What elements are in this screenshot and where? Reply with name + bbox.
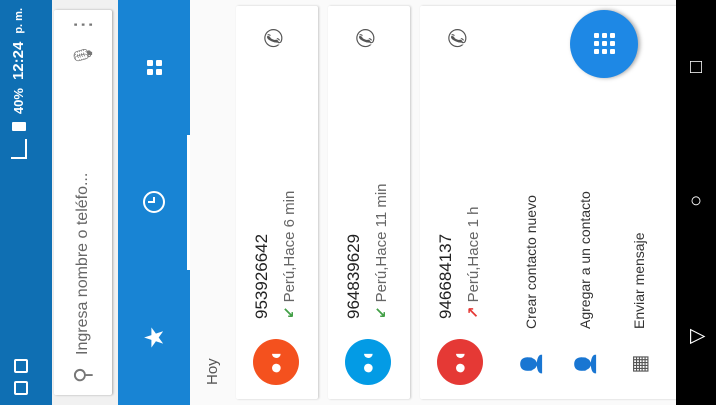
call-number: 953926642 <box>252 233 271 319</box>
call-detail: ↙Perú,Hace 6 min <box>281 190 298 319</box>
signal-icon <box>10 139 27 160</box>
send-message-label: Enviar mensaje <box>631 232 647 330</box>
call-number: 964839629 <box>344 233 363 319</box>
dialpad-icon <box>593 33 615 55</box>
notification-icon <box>14 359 28 373</box>
create-contact-action[interactable]: 👤 Crear contacto nuevo <box>504 6 558 399</box>
mic-icon[interactable]: 🎙 <box>73 40 94 70</box>
screenshot-icon <box>14 381 28 395</box>
recent-calls-list: Hoy ●◖ 953926642 ↙Perú,Hace 6 min ✆ ●◖ 9… <box>190 0 716 405</box>
add-person-icon: 👤 <box>520 351 543 377</box>
call-card-expanded[interactable]: ●◖ 946684137 ↗Perú,Hace 1 h ✆ 👤 Crear co… <box>420 6 716 399</box>
search-icon: ⚲ <box>70 366 95 384</box>
phone-icon[interactable]: ✆ <box>260 28 289 48</box>
call-number: 946684137 <box>436 233 455 319</box>
tab-contacts[interactable] <box>118 0 190 135</box>
tab-recents[interactable] <box>118 135 190 270</box>
avatar[interactable]: ●◖ <box>437 339 483 385</box>
back-button[interactable]: ▽ <box>684 329 709 344</box>
phone-screen: 40% 12:24 p. m. ⚲ Ingresa nombre o teléf… <box>0 0 716 405</box>
incoming-arrow-icon: ↙ <box>373 306 390 319</box>
create-contact-label: Crear contacto nuevo <box>523 195 539 329</box>
notification-icons <box>14 359 28 395</box>
clock-ampm: p. m. <box>12 8 25 34</box>
outgoing-arrow-icon: ↗ <box>465 306 482 319</box>
dialpad-button[interactable] <box>570 10 638 78</box>
message-icon: ▦ <box>628 354 651 374</box>
navigation-bar: ▽ ○ □ <box>676 0 716 405</box>
contacts-icon <box>146 60 162 75</box>
call-card[interactable]: ●◖ 964839629 ↙Perú,Hace 11 min ✆ <box>328 6 410 399</box>
phone-icon[interactable]: ✆ <box>444 28 473 48</box>
add-to-contact-label: Agregar a un contacto <box>577 191 593 329</box>
status-right: 40% 12:24 p. m. <box>10 8 27 160</box>
call-card[interactable]: ●◖ 953926642 ↙Perú,Hace 6 min ✆ <box>236 6 318 399</box>
battery-icon <box>11 122 26 132</box>
call-detail: ↙Perú,Hace 11 min <box>373 183 390 319</box>
star-icon: ★ <box>138 325 169 350</box>
avatar[interactable]: ●◖ <box>253 339 299 385</box>
call-detail: ↗Perú,Hace 1 h <box>465 206 482 319</box>
home-button[interactable]: ○ <box>685 195 708 207</box>
avatar[interactable]: ●◖ <box>345 339 391 385</box>
battery-percent: 40% <box>11 88 26 115</box>
search-placeholder[interactable]: Ingresa nombre o teléfo... <box>74 70 92 355</box>
clock-icon <box>143 191 165 214</box>
search-bar[interactable]: ⚲ Ingresa nombre o teléfo... 🎙 ⋮ <box>54 10 112 395</box>
phone-icon[interactable]: ✆ <box>352 28 381 48</box>
more-options-icon[interactable]: ⋮ <box>70 10 96 40</box>
section-label-today: Hoy <box>204 358 221 385</box>
incoming-arrow-icon: ↙ <box>281 306 298 319</box>
tab-favorites[interactable]: ★ <box>118 270 190 405</box>
recents-button[interactable]: □ <box>685 61 708 73</box>
person-icon: 👤 <box>574 351 597 377</box>
status-bar: 40% 12:24 p. m. <box>0 0 52 405</box>
tab-bar: ★ <box>118 0 190 405</box>
clock-time: 12:24 <box>10 41 27 81</box>
